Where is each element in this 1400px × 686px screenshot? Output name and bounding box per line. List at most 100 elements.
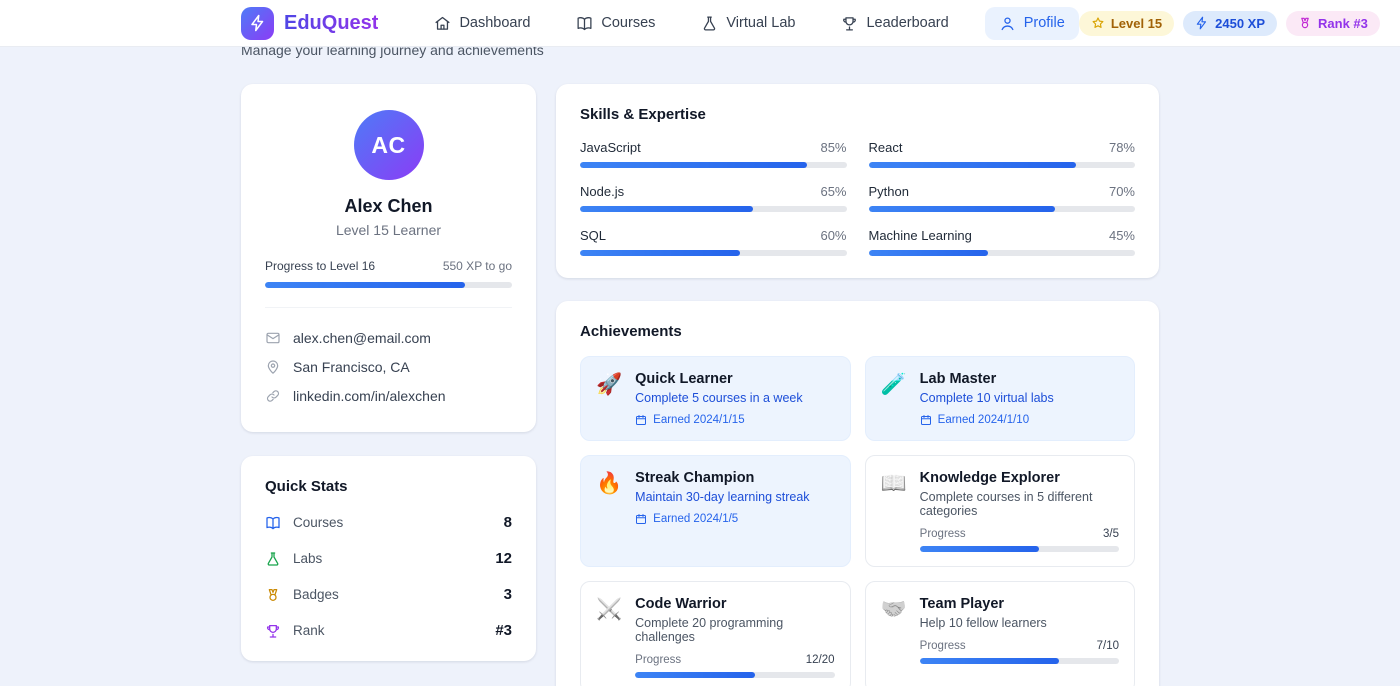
skill-name: SQL [580, 228, 607, 243]
trophy-icon [266, 624, 280, 638]
rank-badge[interactable]: Rank #3 [1286, 10, 1380, 36]
skill-name: React [868, 140, 903, 155]
level-progress-bar [265, 282, 512, 288]
achievement-lab-master[interactable]: 🧪 Lab Master Complete 10 virtual labs Ea… [864, 356, 1135, 441]
skill-bar [580, 162, 847, 168]
nav-label: Profile [1023, 15, 1065, 31]
stat-value: 12 [495, 550, 512, 567]
profile-page: Manage your learning journey and achieve… [241, 0, 1159, 686]
achievement-name: Knowledge Explorer [919, 470, 1060, 486]
xp-to-go-label: 550 XP to go [442, 259, 512, 273]
achievement-knowledge-explorer[interactable]: 📖 Knowledge Explorer Complete courses in… [864, 455, 1135, 567]
skill-bar [868, 250, 1135, 256]
skill-python: Python 70% [868, 184, 1135, 212]
main-nav: Dashboard Courses Virtual Lab Leaderboar… [424, 6, 1079, 40]
progress-label: Progress [919, 640, 966, 652]
skill-percent: 60% [820, 228, 847, 243]
skill-react: React 78% [868, 140, 1135, 168]
book-icon [266, 516, 280, 529]
earned-date: Earned 2024/1/5 [653, 513, 739, 525]
top-navigation-bar: EduQuest Dashboard Courses Virtual Lab L… [0, 0, 1400, 47]
profile-card: AC Alex Chen Level 15 Learner Progress t… [241, 84, 536, 432]
skill-sql: SQL 60% [580, 228, 847, 256]
location-pin-icon [267, 359, 279, 374]
nav-dashboard[interactable]: Dashboard [424, 8, 540, 39]
handshake-icon: 🤝 [880, 598, 907, 621]
stat-value: #3 [495, 622, 512, 639]
achievement-desc: Complete 10 virtual labs [919, 391, 1054, 405]
header-badges: Level 15 2450 XP Rank #3 [1078, 10, 1380, 36]
achievements-card: Achievements 🚀 Quick Learner Complete 5 … [556, 301, 1159, 686]
achievement-name: Lab Master [919, 371, 997, 387]
skill-nodejs: Node.js 65% [580, 184, 847, 212]
xp-badge[interactable]: 2450 XP [1183, 10, 1278, 36]
right-column: Skills & Expertise JavaScript 85% React 78… [556, 84, 1159, 686]
nav-label: Dashboard [459, 15, 531, 31]
open-book-icon: 📖 [880, 472, 907, 495]
rank-badge-label: Rank #3 [1318, 15, 1368, 31]
profile-level-title: Level 15 Learner [335, 222, 442, 238]
progress-value: 3/5 [1103, 528, 1119, 540]
quick-stats-card: Quick Stats Courses 8 Labs 12 Badges 3 R… [241, 456, 536, 661]
medal-icon [1301, 17, 1309, 29]
level-badge[interactable]: Level 15 [1078, 10, 1175, 36]
skills-card: Skills & Expertise JavaScript 85% React 78… [556, 84, 1159, 278]
contact-email: alex.chen@email.com [265, 323, 512, 352]
skills-grid: JavaScript 85% React 78% Node.js 65% Python… [580, 140, 1135, 256]
achievement-name: Team Player [919, 596, 1005, 612]
stat-label: Badges [293, 587, 339, 602]
skill-percent: 78% [1108, 140, 1135, 155]
brand[interactable]: EduQuest [241, 6, 378, 40]
achievement-desc: Complete 5 courses in a week [635, 391, 803, 405]
achievement-quick-learner[interactable]: 🚀 Quick Learner Complete 5 courses in a … [580, 356, 851, 441]
achievement-desc: Complete courses in 5 different categori… [919, 490, 1093, 518]
skill-percent: 70% [1108, 184, 1135, 199]
achievement-team-player[interactable]: 🤝 Team Player Help 10 fellow learners Pr… [864, 581, 1135, 686]
achievement-progress-bar [919, 546, 1119, 552]
achievement-code-warrior[interactable]: ⚔️ Code Warrior Complete 20 programming … [580, 581, 851, 686]
skill-name: JavaScript [580, 140, 641, 155]
level-progress-label: Progress to Level 16 [265, 259, 376, 273]
rocket-icon: 🚀 [596, 373, 623, 396]
test-tube-icon: 🧪 [880, 373, 907, 396]
achievement-streak-champion[interactable]: 🔥 Streak Champion Maintain 30-day learni… [580, 455, 851, 567]
skill-percent: 85% [820, 140, 847, 155]
linkedin-value: linkedin.com/in/alexchen [293, 387, 446, 404]
achievement-name: Quick Learner [635, 371, 733, 387]
stat-value: 8 [503, 514, 512, 531]
link-icon [266, 389, 280, 402]
achievements-title: Achievements [580, 323, 682, 340]
nav-label: Leaderboard [866, 15, 949, 31]
lightning-icon [250, 14, 263, 32]
fire-icon: 🔥 [596, 472, 623, 495]
nav-profile[interactable]: Profile [984, 6, 1079, 40]
stat-rank: Rank #3 [265, 622, 512, 639]
progress-label: Progress [919, 528, 966, 540]
skill-name: Node.js [580, 184, 625, 199]
trophy-icon [843, 16, 857, 31]
skill-machine-learning: Machine Learning 45% [868, 228, 1135, 256]
medal-icon [268, 588, 278, 601]
profile-name: Alex Chen [344, 196, 433, 216]
achievement-desc: Complete 20 programming challenges [635, 616, 784, 644]
nav-leaderboard[interactable]: Leaderboard [831, 8, 958, 39]
location-value: San Francisco, CA [293, 358, 410, 375]
calendar-icon [920, 415, 931, 425]
calendar-icon [636, 514, 647, 524]
contact-linkedin[interactable]: linkedin.com/in/alexchen [265, 381, 512, 410]
progress-value: 7/10 [1096, 640, 1119, 652]
contact-list: alex.chen@email.com San Francisco, CA li… [265, 307, 512, 410]
earned-date: Earned 2024/1/10 [937, 414, 1030, 426]
skill-javascript: JavaScript 85% [580, 140, 847, 168]
nav-courses[interactable]: Courses [566, 8, 665, 39]
progress-label: Progress [635, 654, 682, 666]
stat-badges: Badges 3 [265, 586, 512, 603]
stat-label: Courses [293, 515, 344, 530]
achievement-name: Streak Champion [635, 470, 755, 486]
book-icon [577, 16, 592, 30]
achievement-name: Code Warrior [635, 596, 727, 612]
nav-virtual-lab[interactable]: Virtual Lab [691, 8, 805, 39]
nav-label: Virtual Lab [726, 15, 796, 31]
person-icon [1001, 16, 1014, 30]
progress-value: 12/20 [805, 654, 835, 666]
